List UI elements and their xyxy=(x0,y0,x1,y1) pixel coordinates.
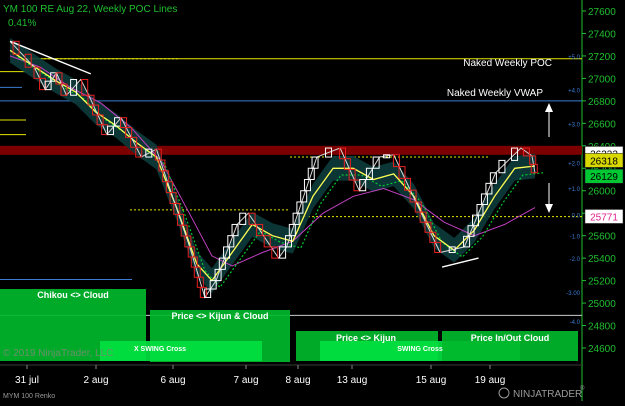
price-tick-label: 26000 xyxy=(588,187,616,198)
std-dev-label: +1.0 xyxy=(568,187,581,193)
resistance-zone xyxy=(0,145,582,155)
price-flag-label: 26318 xyxy=(590,156,618,167)
std-dev-label: 0.0 xyxy=(572,213,581,219)
brand-name: NINJATRADER xyxy=(513,389,582,400)
time-tick-label: 2 aug xyxy=(83,375,108,386)
std-dev-label: +4.0 xyxy=(568,89,581,95)
signal-panel-label-5: SWING Cross xyxy=(397,346,443,353)
price-tick-label: 24600 xyxy=(588,344,616,355)
std-dev-label: -4.0 xyxy=(570,320,581,326)
instrument-label: MYM 100 Renko xyxy=(3,393,55,400)
price-tick-label: 26600 xyxy=(588,119,616,130)
std-dev-label: +2.0 xyxy=(568,162,581,168)
price-tick-label: 27600 xyxy=(588,7,616,18)
price-tick-label: 27000 xyxy=(588,74,616,85)
change-percent: 0.41% xyxy=(8,18,36,29)
time-tick-label: 8 aug xyxy=(285,375,310,386)
std-dev-label: -3.00 xyxy=(566,291,580,297)
copyright-text: © 2019 NinjaTrader, LLC xyxy=(3,348,113,359)
std-dev-label: +5.0 xyxy=(568,55,581,61)
signal-panel-label-2: Price <> Kijun & Cloud xyxy=(171,311,268,321)
time-tick-label: 13 aug xyxy=(337,375,368,386)
time-tick-label: 6 aug xyxy=(160,375,185,386)
std-dev-label: +3.0 xyxy=(568,122,581,128)
signal-panel-label-4: Price <> Kijun xyxy=(336,333,396,343)
price-tick-label: 24800 xyxy=(588,322,616,333)
time-tick-label: 31 jul xyxy=(15,375,39,386)
price-tick-label: 27200 xyxy=(588,52,616,63)
chart-title: YM 100 RE Aug 22, Weekly POC Lines xyxy=(3,4,177,15)
time-tick-label: 19 aug xyxy=(475,375,506,386)
time-tick-label: 15 aug xyxy=(416,375,447,386)
std-dev-label: -1.0 xyxy=(570,235,581,241)
price-flag-label: 25771 xyxy=(590,212,618,223)
std-dev-label: -2.0 xyxy=(570,257,581,263)
price-flag-label: 26129 xyxy=(590,172,618,183)
signal-panel-label-1: Chikou <> Cloud xyxy=(37,290,109,300)
chart-canvas: Chikou <> Cloud Price <> Kijun & Cloud X S… xyxy=(0,0,625,401)
signal-panel-label-3: X SWING Cross xyxy=(134,346,186,353)
signal-panel-label-6: Price In/Out Cloud xyxy=(471,333,550,343)
price-tick-label: 27400 xyxy=(588,29,616,40)
price-tick-label: 25000 xyxy=(588,299,616,310)
naked-poc-annotation: Naked Weekly POC xyxy=(463,58,552,69)
brand-registered-mark: ® xyxy=(580,385,585,392)
price-tick-label: 26800 xyxy=(588,97,616,108)
chart: Chikou <> Cloud Price <> Kijun & Cloud X S… xyxy=(0,0,625,401)
time-tick-label: 7 aug xyxy=(233,375,258,386)
price-tick-label: 25400 xyxy=(588,254,616,265)
price-tick-label: 25200 xyxy=(588,277,616,288)
price-tick-label: 25600 xyxy=(588,232,616,243)
naked-vwap-annotation: Naked Weekly VWAP xyxy=(447,88,543,99)
